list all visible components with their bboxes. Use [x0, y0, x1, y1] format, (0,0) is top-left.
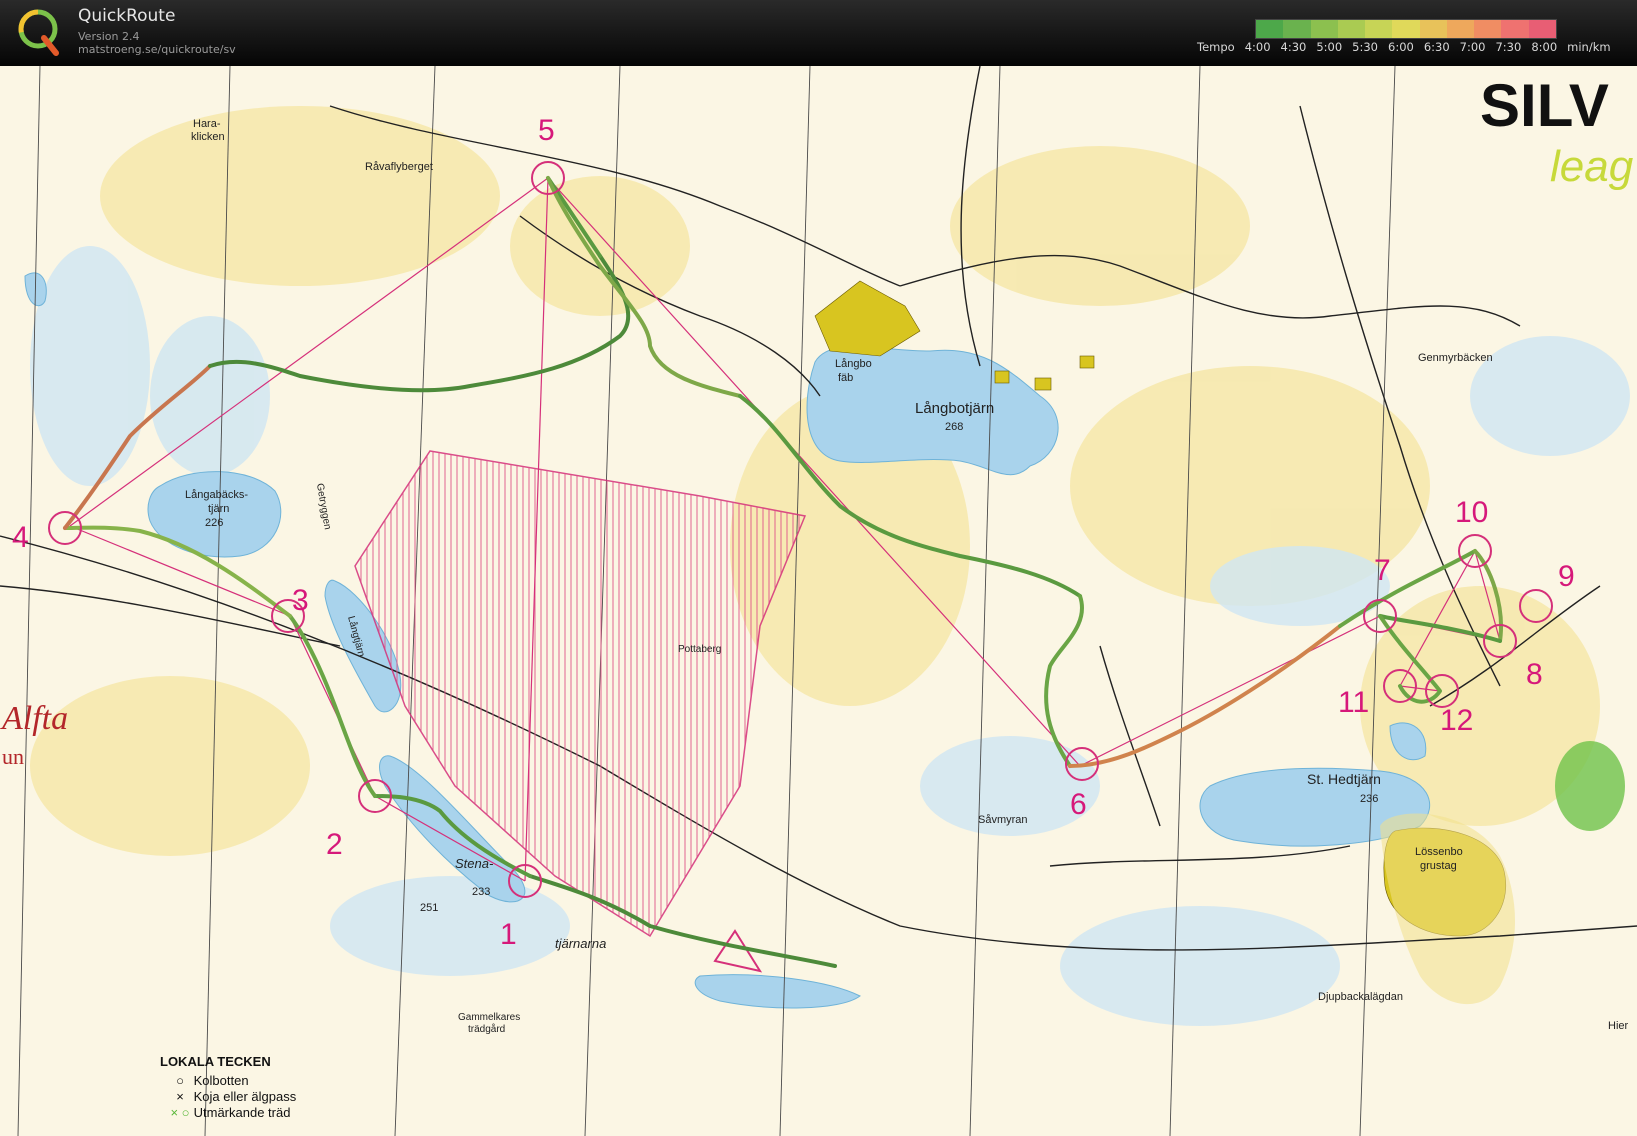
- legend-item: × Koja eller älgpass: [170, 1089, 296, 1105]
- elevation-label: 251: [420, 902, 439, 914]
- control-number-2[interactable]: 2: [326, 828, 343, 862]
- pace-tick: 4:00: [1244, 40, 1271, 54]
- pace-tick: 5:30: [1352, 40, 1378, 54]
- hut-icon: ×: [176, 1089, 184, 1104]
- control-number-9[interactable]: 9: [1558, 560, 1575, 594]
- place-label: tjärnarna: [555, 936, 607, 951]
- control-number-11[interactable]: 11: [1338, 686, 1369, 720]
- pace-color-segment: [1392, 20, 1420, 38]
- place-label: grustag: [1420, 860, 1457, 872]
- out-of-bounds-area: [354, 450, 807, 938]
- pace-tick: 7:00: [1459, 40, 1486, 54]
- pace-tick: 7:30: [1495, 40, 1522, 54]
- charcoal-kiln-icon: ○: [176, 1073, 184, 1088]
- place-label: Djupbackalägdan: [1318, 991, 1404, 1003]
- league-logo: leag: [1550, 142, 1634, 191]
- place-label: Stena-: [455, 856, 494, 871]
- alfta-sub-label: un: [2, 744, 24, 769]
- pace-color-segment: [1528, 20, 1556, 38]
- control-number-3[interactable]: 3: [292, 584, 309, 618]
- legend-item: × ○ Utmärkande träd: [170, 1105, 296, 1121]
- place-label: tjärn: [208, 503, 230, 515]
- elevation-label: 226: [205, 517, 224, 529]
- elevation-label: 233: [472, 886, 491, 898]
- pace-color-segment: [1337, 20, 1366, 38]
- place-label: trädgård: [468, 1024, 506, 1035]
- place-label: St. Hedtjärn: [1307, 771, 1381, 787]
- place-label: Gammelkares: [458, 1012, 521, 1023]
- pace-color-segment: [1310, 20, 1338, 38]
- elevation-label: 268: [945, 421, 964, 433]
- app-title: QuickRoute: [78, 6, 176, 26]
- place-label: Pottaberg: [678, 644, 722, 655]
- legend-item-label: Kolbotten: [193, 1073, 249, 1088]
- place-label: Genmyrbäcken: [1418, 352, 1493, 364]
- control-number-4[interactable]: 4: [12, 521, 29, 555]
- pace-tick: 4:30: [1280, 40, 1307, 54]
- place-label: klicken: [191, 131, 225, 143]
- pace-color-segment: [1283, 20, 1311, 38]
- silva-logo: SILV: [1480, 72, 1609, 139]
- alfta-label: Alfta: [2, 700, 69, 737]
- place-label: Långbo: [835, 358, 872, 370]
- control-number-10[interactable]: 10: [1455, 496, 1488, 530]
- pace-tick: 5:00: [1316, 40, 1343, 54]
- pace-color-segment: [1501, 20, 1529, 38]
- legend-item-label: Utmärkande träd: [193, 1105, 291, 1120]
- legend-title: LOKALA TECKEN: [160, 1054, 271, 1069]
- quickroute-logo-icon: [18, 9, 59, 56]
- pace-color-segment: [1365, 20, 1393, 38]
- place-label: Lössenbo: [1415, 846, 1463, 858]
- app-url[interactable]: matstroeng.se/quickroute/sv: [78, 43, 236, 56]
- place-label: Långabäcks-: [185, 489, 248, 501]
- pace-color-segment: [1256, 20, 1284, 38]
- legend-item-label: Koja eller älgpass: [193, 1089, 297, 1104]
- control-number-1[interactable]: 1: [500, 918, 517, 952]
- control-number-7[interactable]: 7: [1374, 554, 1391, 588]
- pace-tick: 6:30: [1423, 40, 1450, 54]
- control-number-12[interactable]: 12: [1440, 704, 1473, 738]
- place-label: Hara-: [193, 118, 221, 130]
- map-graphics: SILV leag: [0, 66, 1637, 1136]
- pace-color-segment: [1419, 20, 1447, 38]
- pace-scale-labels: Tempo 4:00 4:30 5:00 5:30 6:00 6:30 7:00 7:30 8:0…: [1197, 40, 1621, 54]
- legend-item: ○ Kolbotten: [170, 1073, 296, 1089]
- orienteering-map[interactable]: SILV leag Hara- klicken Råvaflyberget Lå…: [0, 66, 1637, 1136]
- elevation-label: 236: [1360, 793, 1379, 805]
- app-version: Version 2.4: [78, 30, 140, 43]
- pace-tick: 8:00: [1531, 40, 1558, 54]
- control-number-5[interactable]: 5: [538, 114, 555, 148]
- pace-color-segment: [1446, 20, 1475, 38]
- pace-color-scale: [1255, 19, 1557, 39]
- pace-unit: min/km: [1567, 40, 1611, 54]
- place-label: fäb: [838, 372, 854, 384]
- tree-icon: × ○: [170, 1105, 190, 1120]
- settlement-langbo: [814, 280, 921, 357]
- pace-color-segment: [1474, 20, 1502, 38]
- pace-tick: 6:00: [1388, 40, 1414, 54]
- place-label: Såvmyran: [978, 814, 1028, 826]
- place-label: Råvaflyberget: [365, 161, 433, 173]
- control-number-8[interactable]: 8: [1526, 658, 1543, 692]
- pace-scale-label: Tempo: [1197, 40, 1235, 54]
- map-legend: LOKALA TECKEN ○ Kolbotten × Koja eller ä…: [160, 1054, 296, 1121]
- app-header: QuickRoute Version 2.4 matstroeng.se/qui…: [0, 0, 1637, 66]
- control-number-6[interactable]: 6: [1070, 788, 1087, 822]
- place-label: Hier: [1608, 1020, 1629, 1032]
- place-label: Långbotjärn: [915, 400, 995, 417]
